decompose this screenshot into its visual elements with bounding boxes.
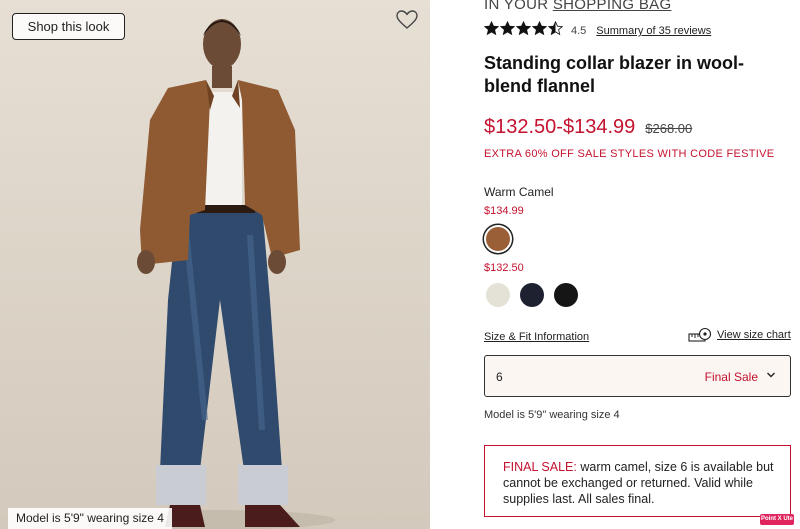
heart-icon[interactable] xyxy=(396,10,418,30)
product-image[interactable]: Shop this look Model is 5'9" wearing siz… xyxy=(0,0,430,529)
swatch-group-price: $132.50 xyxy=(484,262,524,274)
original-price: $268.00 xyxy=(645,121,693,136)
model-size-note: Model is 5'9" wearing size 4 xyxy=(484,409,620,421)
shop-this-look-button[interactable]: Shop this look xyxy=(12,13,125,40)
star-icon xyxy=(547,20,564,41)
reviews-summary-link[interactable]: Summary of 35 reviews xyxy=(596,25,711,37)
shopping-bag-status: IN YOUR SHOPPING BAG xyxy=(484,0,671,13)
model-illustration xyxy=(95,19,335,529)
sale-price: $132.50-$134.99 xyxy=(484,116,636,138)
chevron-down-icon xyxy=(767,372,775,378)
size-final-sale-status: Final Sale xyxy=(704,370,758,384)
size-chart-label: View size chart xyxy=(717,329,791,341)
promo-message: EXTRA 60% OFF SALE STYLES WITH CODE FEST… xyxy=(484,148,775,160)
product-title: Standing collar blazer in wool-blend fla… xyxy=(484,53,745,96)
tape-measure-icon xyxy=(688,327,712,342)
rating-row: 4.5 Summary of 35 reviews xyxy=(483,20,711,41)
swatch-navy[interactable] xyxy=(520,283,544,307)
bag-prefix: IN YOUR xyxy=(484,0,549,13)
star-rating xyxy=(483,20,564,41)
swatch-black[interactable] xyxy=(554,283,578,307)
final-sale-notice: FINAL SALE: warm camel, size 6 is availa… xyxy=(484,445,791,517)
size-value: 6 xyxy=(496,370,503,384)
star-icon xyxy=(531,20,548,41)
shopping-bag-link[interactable]: SHOPPING BAG xyxy=(553,0,672,13)
view-size-chart-link[interactable]: View size chart xyxy=(688,327,791,343)
size-fit-link[interactable]: Size & Fit Information xyxy=(484,331,589,343)
final-sale-label: FINAL SALE: xyxy=(503,460,577,474)
rating-value: 4.5 xyxy=(571,25,587,37)
star-icon xyxy=(499,20,516,41)
swatch-group-price: $134.99 xyxy=(484,205,524,217)
size-select[interactable]: 6 Final Sale xyxy=(484,355,791,397)
star-icon xyxy=(483,20,500,41)
star-icon xyxy=(515,20,532,41)
overlay-badge: Point X Ute xyxy=(760,514,794,525)
swatch-warm-camel[interactable] xyxy=(486,227,510,251)
image-model-caption: Model is 5'9" wearing size 4 xyxy=(8,508,172,529)
swatch-ivory[interactable] xyxy=(486,283,510,307)
price-row: $132.50-$134.99 $268.00 xyxy=(484,116,692,139)
selected-color-name: Warm Camel xyxy=(484,185,554,199)
